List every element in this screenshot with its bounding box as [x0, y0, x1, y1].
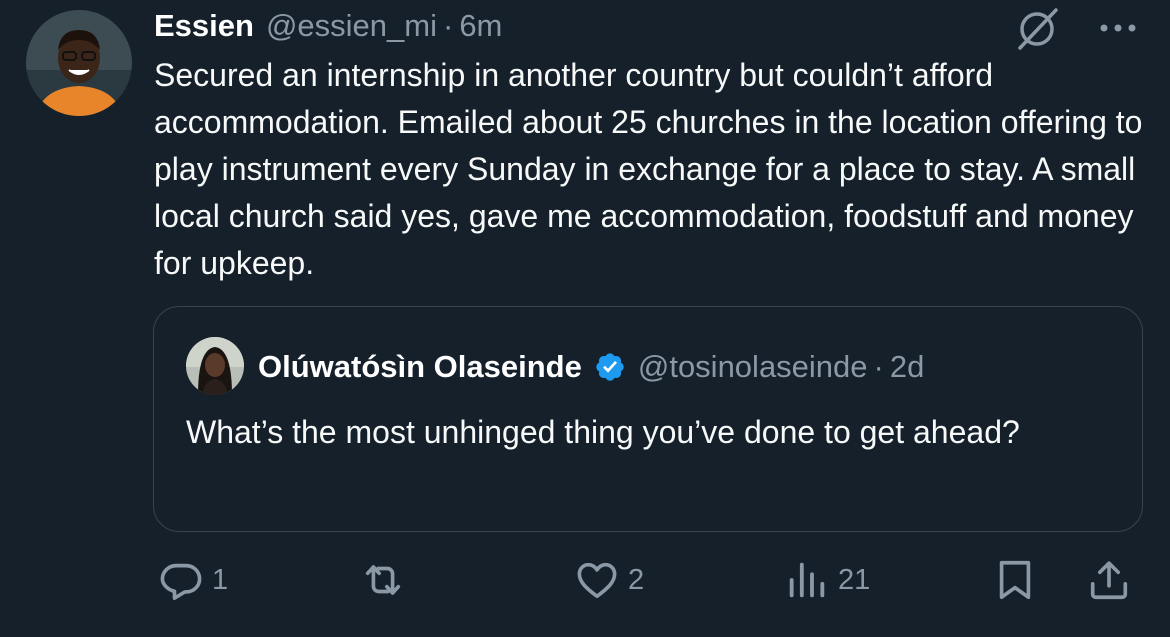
views-icon [789, 562, 825, 598]
author-handle[interactable]: @essien_mi [266, 8, 437, 44]
author-avatar-image [26, 10, 132, 116]
reply-icon [160, 563, 202, 601]
author-name[interactable]: Essien [154, 8, 254, 44]
views-button[interactable]: 21 [784, 556, 870, 604]
bookmark-icon [999, 560, 1031, 600]
header-separator: · [442, 8, 454, 43]
reply-count: 1 [212, 563, 229, 596]
retweet-icon [365, 565, 401, 595]
retweet-button[interactable] [356, 556, 418, 604]
quoted-author-avatar-image [186, 337, 244, 395]
quoted-tweet-text: What’s the most unhinged thing you’ve do… [186, 414, 1020, 450]
quoted-author-handle[interactable]: @tosinolaseinde [638, 349, 868, 385]
reply-button[interactable]: 1 [158, 556, 228, 604]
like-button[interactable]: 2 [574, 556, 644, 604]
heart-icon [577, 562, 617, 599]
tweet-text: Secured an internship in another country… [154, 57, 1143, 281]
quoted-tweet-timestamp[interactable]: 2d [890, 349, 924, 385]
bookmark-button[interactable] [992, 556, 1038, 604]
quoted-tweet-header: Olúwatósìn Olaseinde @tosinolaseinde · 2… [258, 345, 924, 389]
views-count: 21 [838, 563, 871, 596]
quoted-author-name[interactable]: Olúwatósìn Olaseinde [258, 349, 582, 385]
quoted-tweet[interactable]: Olúwatósìn Olaseinde @tosinolaseinde · 2… [153, 306, 1143, 532]
share-icon [1090, 561, 1128, 600]
quoted-author-avatar[interactable] [186, 337, 244, 395]
tweet-header: Essien @essien_mi · 6m [154, 6, 502, 46]
quoted-header-separator: · [873, 349, 884, 384]
author-avatar[interactable] [26, 10, 132, 116]
share-button[interactable] [1086, 556, 1132, 604]
grok-icon[interactable] [1014, 6, 1060, 52]
more-options-icon[interactable] [1094, 10, 1142, 46]
verified-badge-icon [596, 353, 624, 381]
like-count: 2 [628, 563, 645, 596]
tweet-card[interactable]: Essien @essien_mi · 6m Secured an intern… [0, 0, 1170, 637]
tweet-timestamp[interactable]: 6m [459, 8, 502, 44]
